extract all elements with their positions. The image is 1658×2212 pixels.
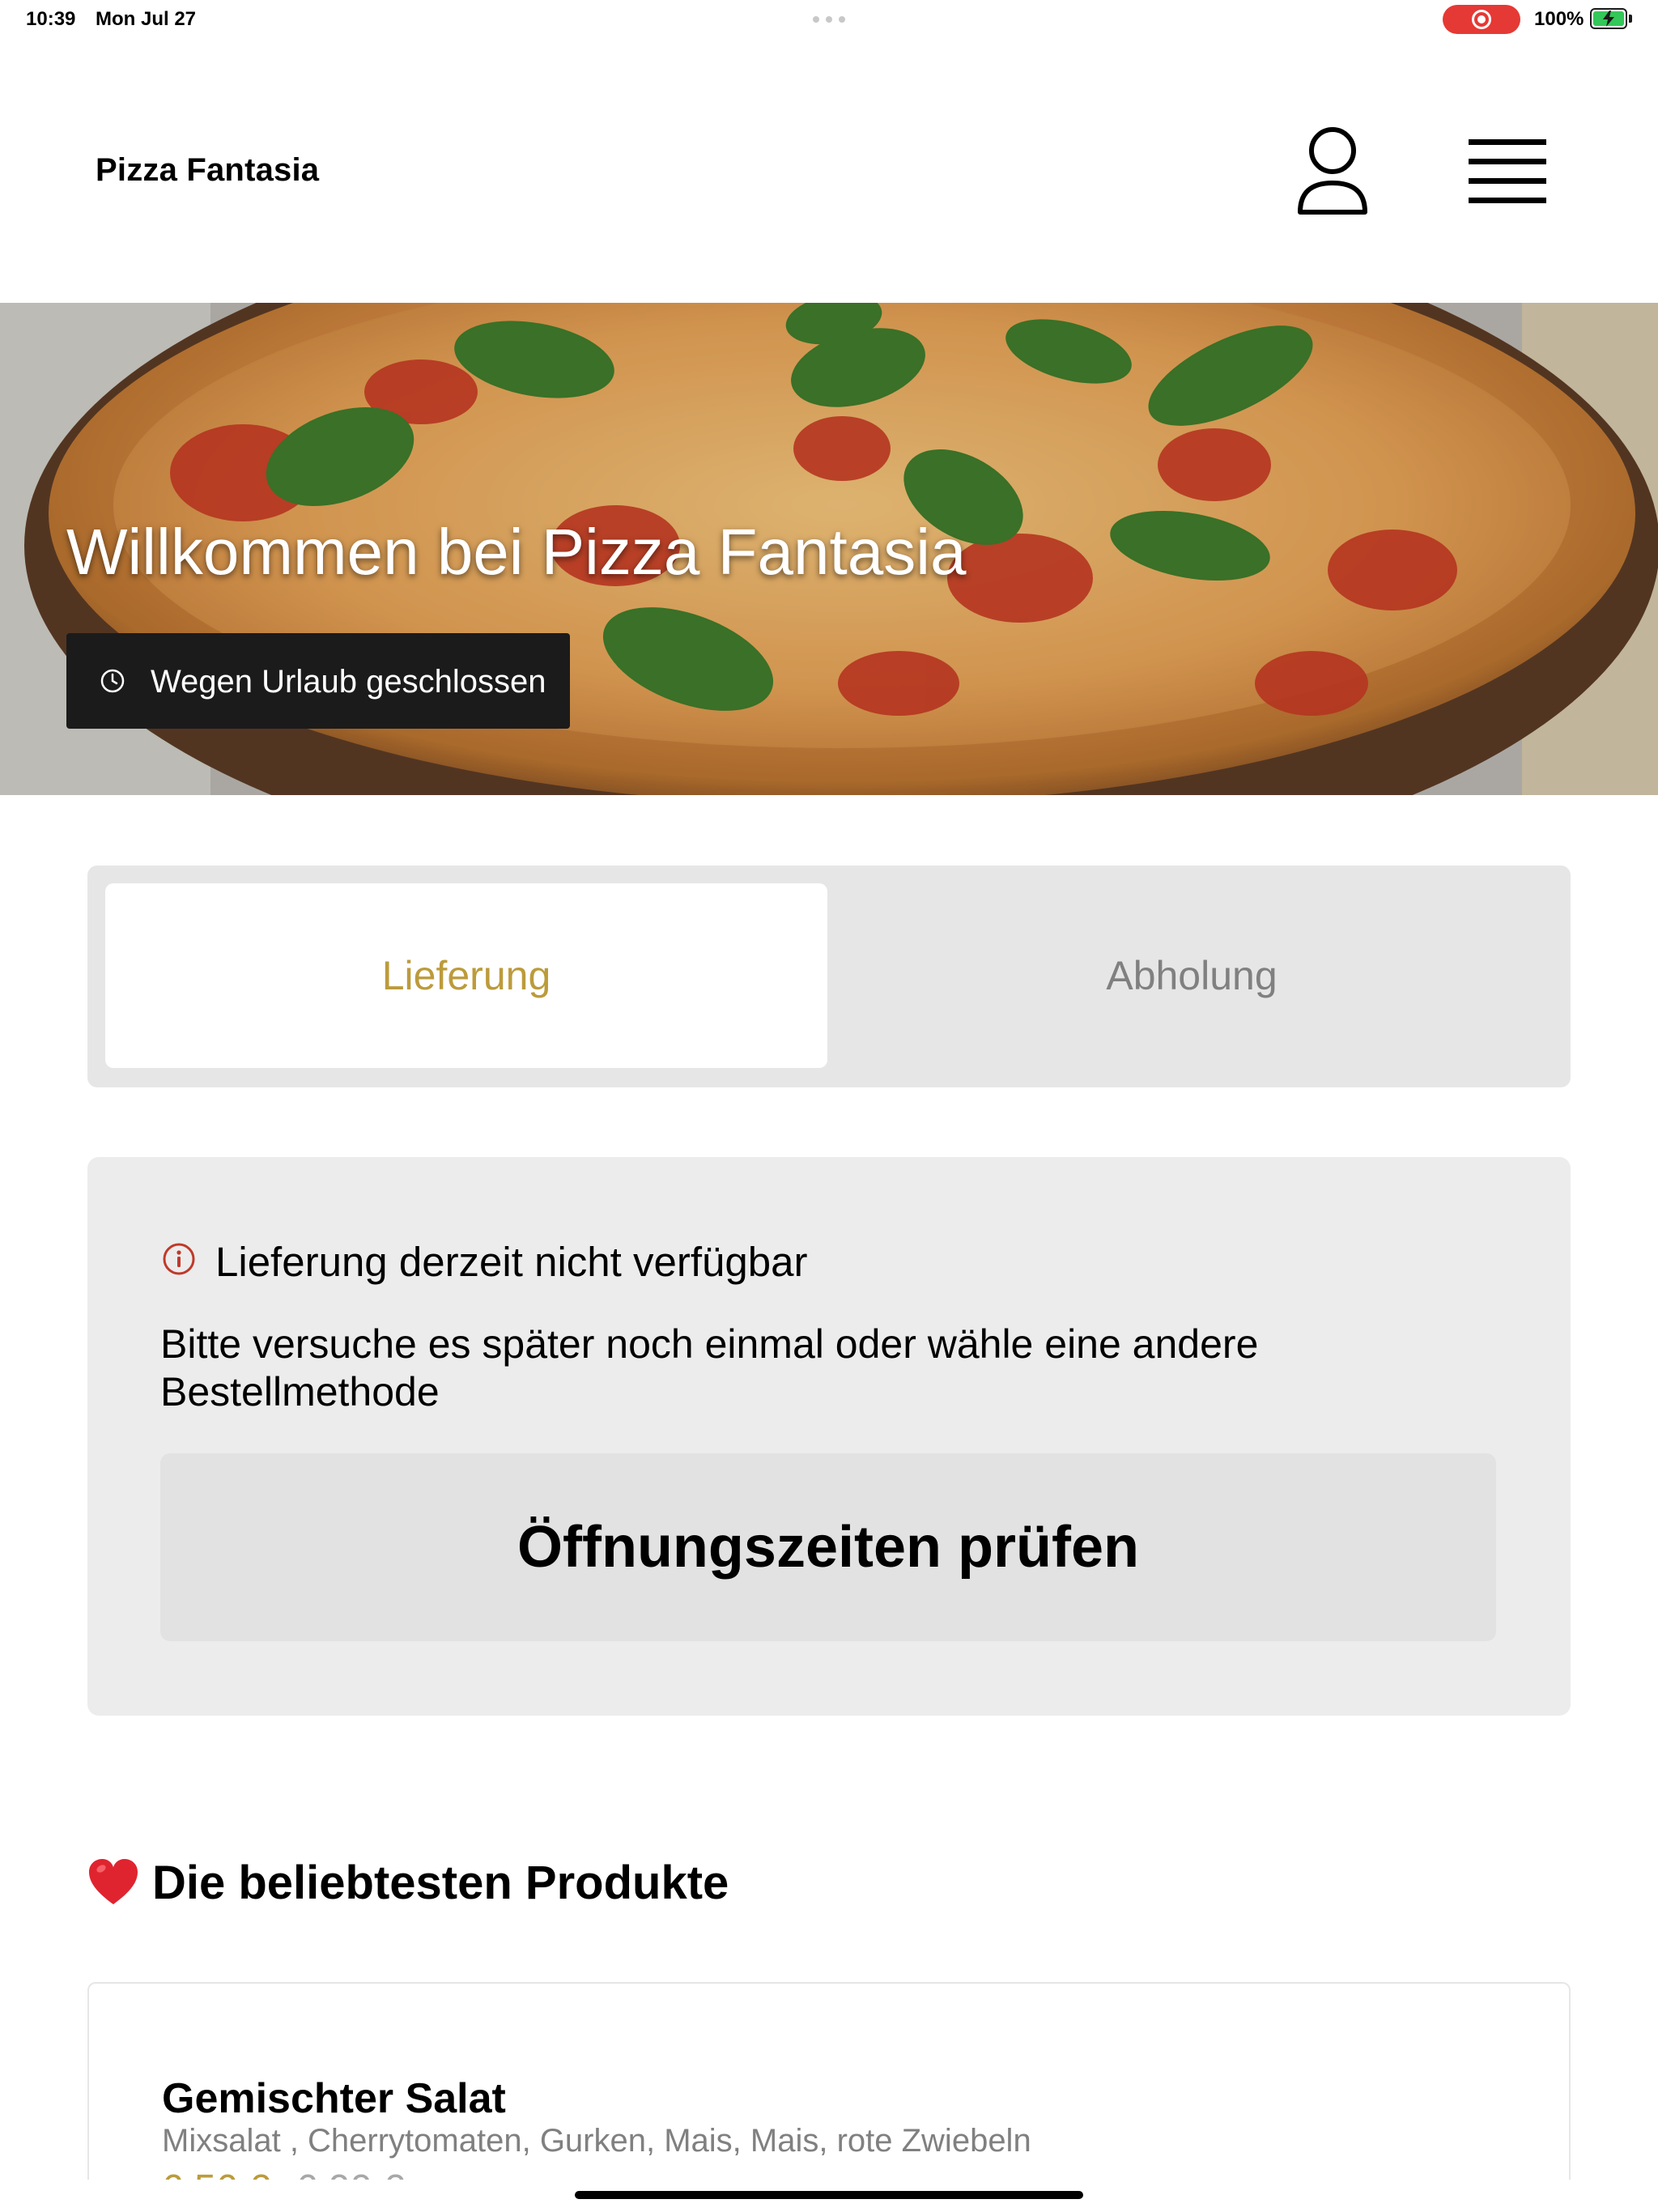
hamburger-menu-icon xyxy=(1469,139,1546,145)
menu-button[interactable] xyxy=(1462,136,1546,207)
status-time: 10:39 xyxy=(26,8,76,30)
product-description: Mixsalat , Cherrytomaten, Gurken, Mais, … xyxy=(162,2123,1031,2159)
status-badge: Wegen Urlaub geschlossen xyxy=(66,633,570,729)
check-opening-hours-button[interactable]: Öffnungszeiten prüfen xyxy=(160,1453,1496,1641)
multitasking-dots-icon[interactable] xyxy=(813,16,848,23)
notice-title: Lieferung derzeit nicht verfügbar xyxy=(215,1239,808,1285)
battery-icon xyxy=(1590,8,1627,29)
popular-products-heading: Die beliebtesten Produkte xyxy=(87,1854,729,1911)
app-title[interactable]: Pizza Fantasia xyxy=(96,152,319,189)
profile-button[interactable] xyxy=(1292,123,1373,220)
status-badge-label: Wegen Urlaub geschlossen xyxy=(151,664,546,700)
notice-text: Bitte versuche es später noch einmal ode… xyxy=(160,1321,1259,1414)
product-name: Gemischter Salat xyxy=(162,2075,506,2122)
battery-percent: 100% xyxy=(1534,8,1584,30)
clock-icon xyxy=(100,669,125,693)
person-icon xyxy=(1298,127,1367,215)
order-method-selector: Lieferung Abholung xyxy=(87,866,1571,1087)
delivery-unavailable-notice: Lieferung derzeit nicht verfügbar Bitte … xyxy=(87,1157,1571,1716)
heart-icon xyxy=(89,1859,138,1904)
info-icon xyxy=(163,1243,195,1275)
tab-abholung[interactable]: Abholung xyxy=(831,883,1553,1068)
status-date: Mon Jul 27 xyxy=(96,8,197,30)
tab-lieferung[interactable]: Lieferung xyxy=(105,883,827,1068)
hero-title: Willkommen bei Pizza Fantasia xyxy=(66,516,967,588)
screen-recording-icon[interactable] xyxy=(1443,5,1520,34)
popular-products-heading-text: Die beliebtesten Produkte xyxy=(152,1856,729,1909)
hero-banner: Willkommen bei Pizza Fantasia Wegen Urla… xyxy=(0,303,1658,795)
home-indicator[interactable] xyxy=(575,2191,1083,2199)
status-bar: 10:39 Mon Jul 27 100% xyxy=(0,0,1658,39)
product-card[interactable]: Gemischter Salat Mixsalat , Cherrytomate… xyxy=(87,1982,1571,2212)
battery-tip xyxy=(1629,15,1632,23)
